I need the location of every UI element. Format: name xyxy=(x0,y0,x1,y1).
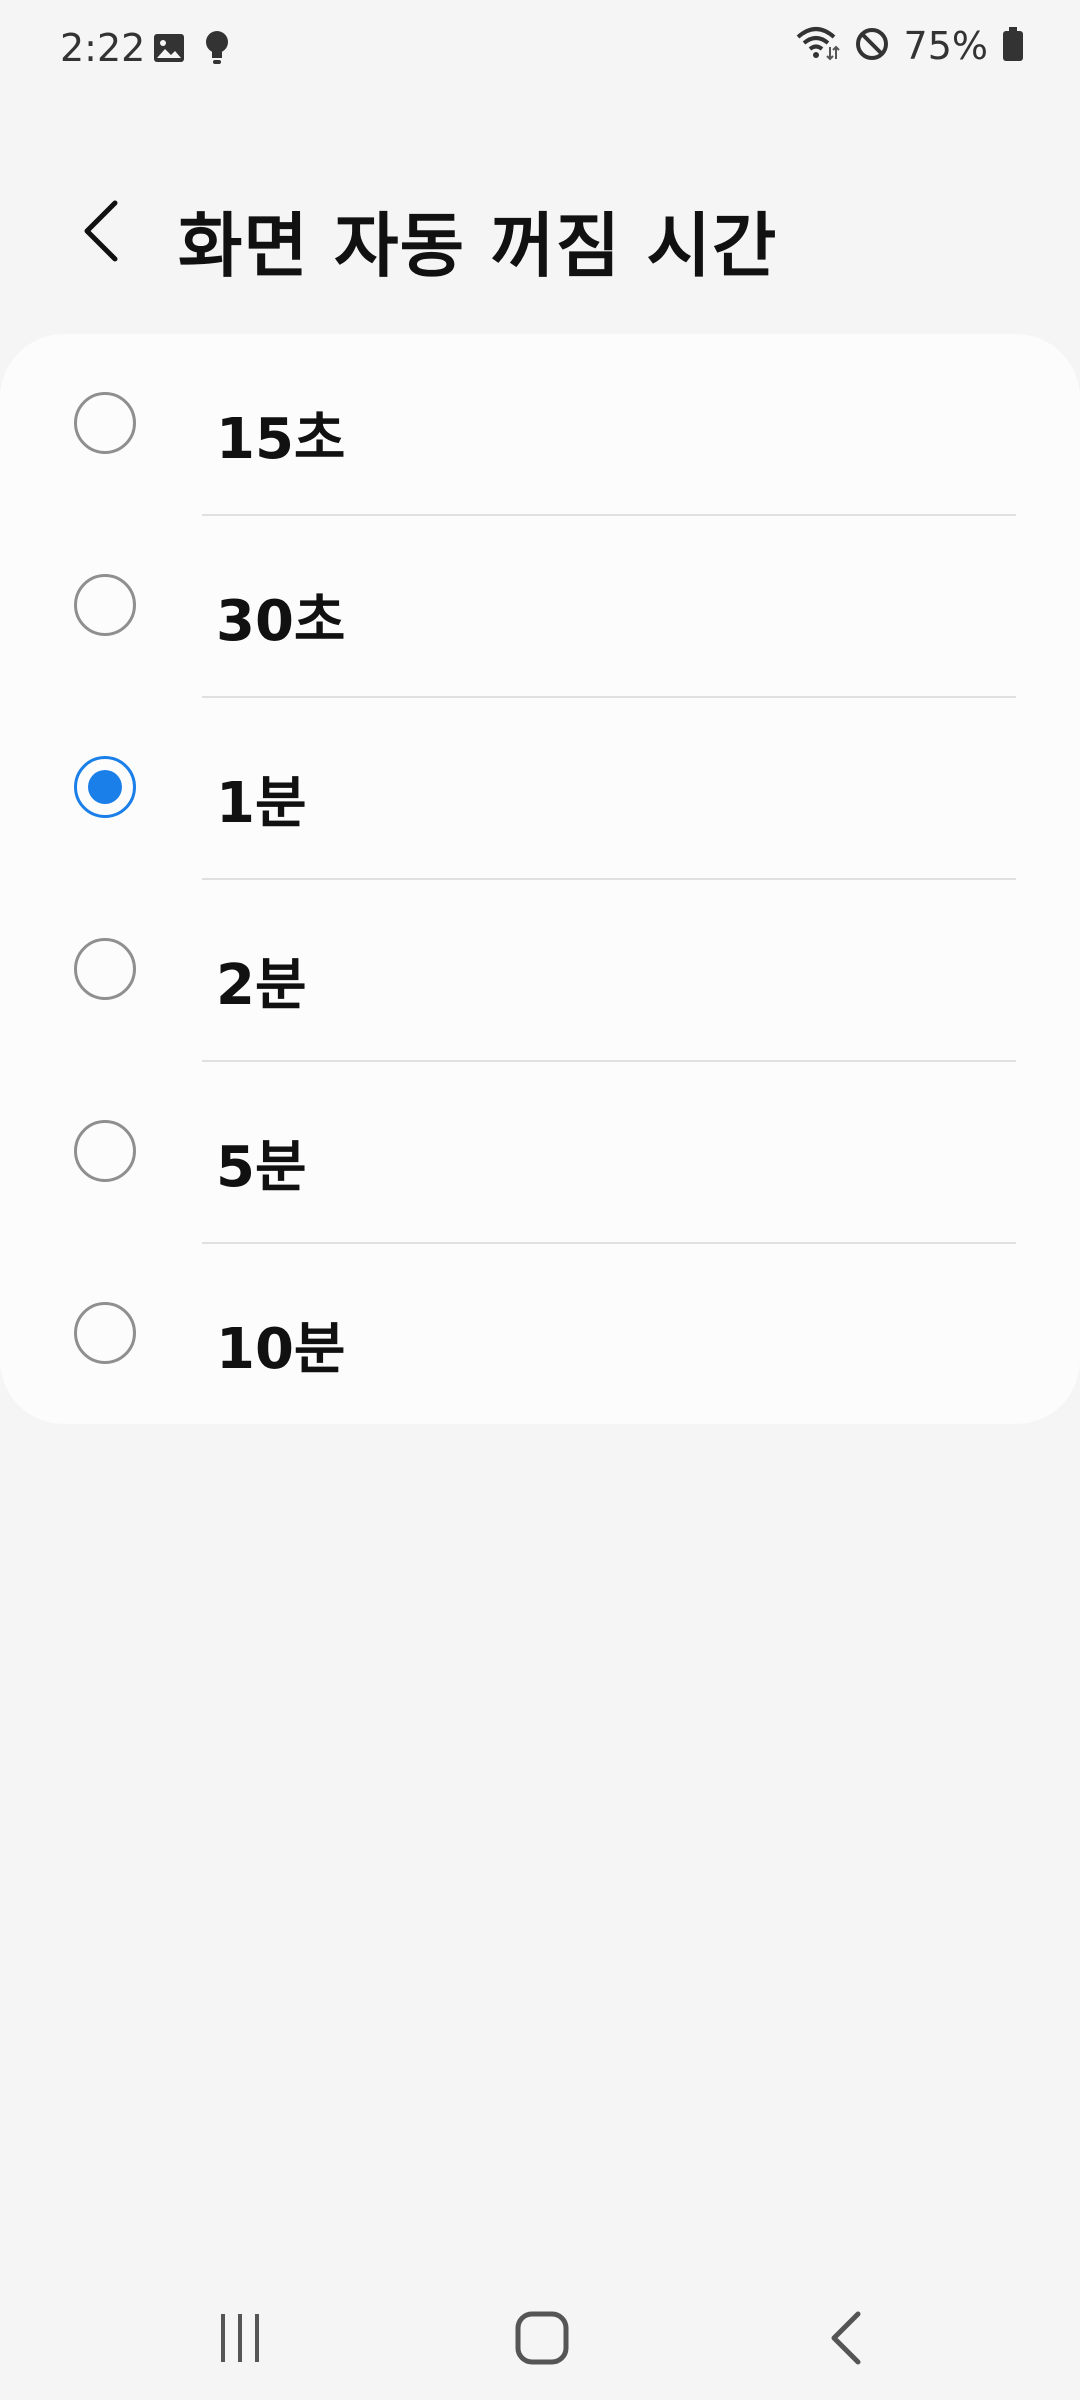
option-label: 10분 xyxy=(216,1317,346,1382)
option-label: 5분 xyxy=(216,1135,307,1200)
radio-button-selected[interactable] xyxy=(74,756,136,818)
home-icon xyxy=(515,2311,569,2369)
battery-percentage: 75% xyxy=(903,24,988,68)
option-label: 30초 xyxy=(216,589,346,654)
timeout-options-card: 15초 30초 1분 2분 5분 10분 xyxy=(0,334,1080,1424)
do-not-disturb-icon xyxy=(854,26,890,66)
status-bar: 2:22 75% xyxy=(0,0,1080,100)
status-system-icons: 75% xyxy=(796,24,1024,68)
status-time: 2:22 xyxy=(60,26,146,70)
nav-back-button[interactable] xyxy=(786,2300,906,2380)
option-label: 1분 xyxy=(216,771,307,836)
option-30-seconds[interactable]: 30초 xyxy=(0,516,1080,697)
status-notification-icons xyxy=(152,30,230,70)
battery-icon xyxy=(1002,26,1024,66)
option-1-minute[interactable]: 1분 xyxy=(0,698,1080,879)
option-15-seconds[interactable]: 15초 xyxy=(0,334,1080,515)
header: 화면 자동 꺼짐 시간 xyxy=(0,170,1080,300)
option-label: 15초 xyxy=(216,407,346,472)
navigation-bar xyxy=(0,2270,1080,2400)
radio-button[interactable] xyxy=(74,1120,136,1182)
option-5-minutes[interactable]: 5분 xyxy=(0,1062,1080,1243)
screen: 2:22 75% 화면 자동 꺼짐 시간 15초 30초 1분 2분 5분 10… xyxy=(0,0,1080,2400)
back-button[interactable] xyxy=(56,188,146,278)
option-2-minutes[interactable]: 2분 xyxy=(0,880,1080,1061)
radio-button[interactable] xyxy=(74,392,136,454)
recents-icon xyxy=(215,2312,265,2368)
option-label: 2분 xyxy=(216,953,307,1018)
radio-button[interactable] xyxy=(74,1302,136,1364)
wifi-icon xyxy=(796,25,840,67)
recents-button[interactable] xyxy=(180,2300,300,2380)
back-icon xyxy=(828,2310,864,2370)
image-icon xyxy=(152,31,186,69)
radio-button[interactable] xyxy=(74,574,136,636)
page-title: 화면 자동 꺼짐 시간 xyxy=(178,205,778,287)
option-10-minutes[interactable]: 10분 xyxy=(0,1244,1080,1425)
chevron-left-icon xyxy=(81,199,121,267)
lightbulb-icon xyxy=(204,30,230,70)
radio-button[interactable] xyxy=(74,938,136,1000)
home-button[interactable] xyxy=(482,2300,602,2380)
